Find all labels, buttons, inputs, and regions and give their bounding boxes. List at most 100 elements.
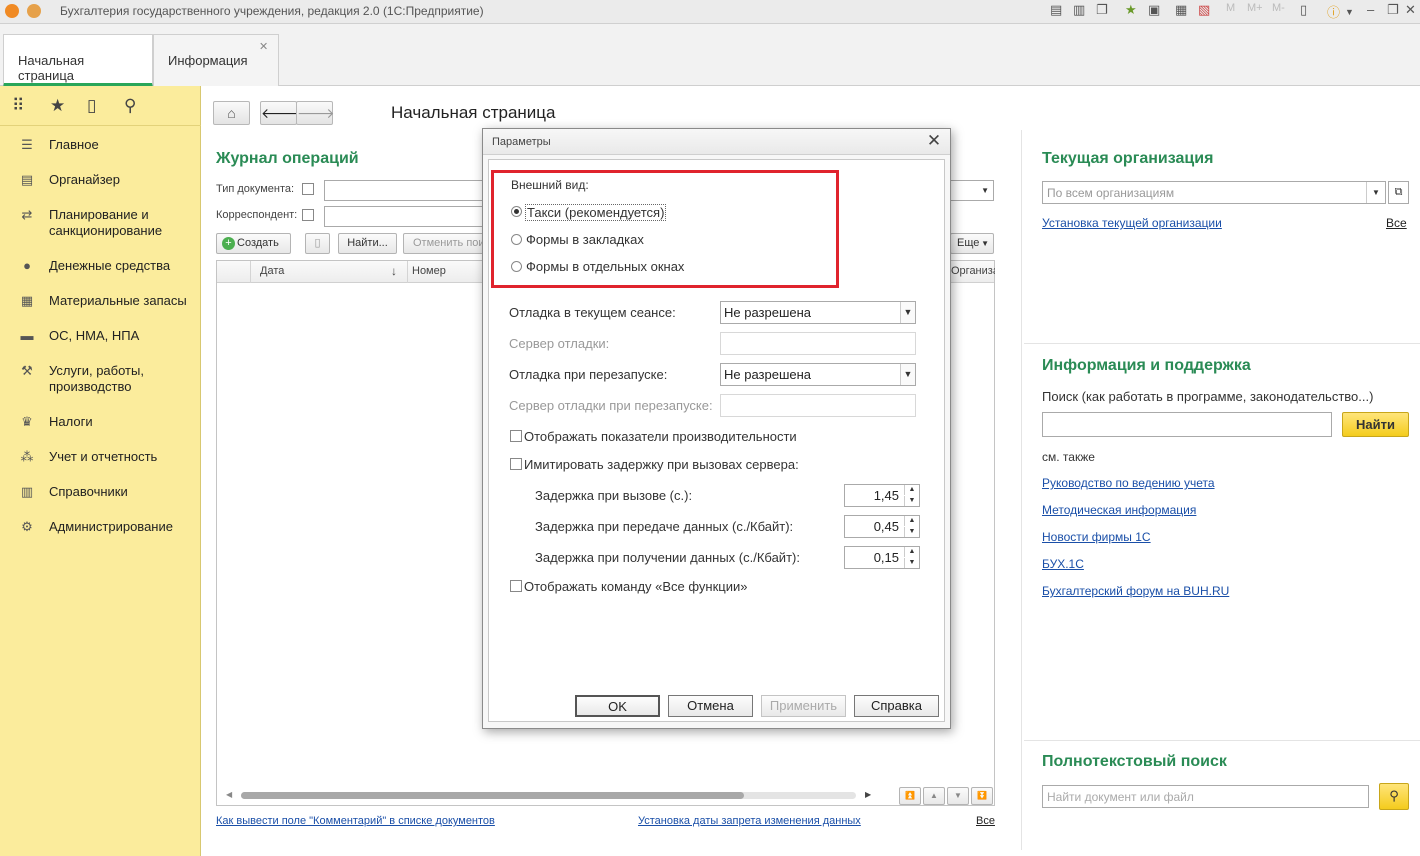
link-comment-field[interactable]: Как вывести поле "Комментарий" в списке … bbox=[216, 815, 495, 827]
all-functions-label[interactable]: Отображать команду «Все функции» bbox=[524, 579, 748, 594]
favorites-icon[interactable]: ★ bbox=[1125, 2, 1137, 18]
more-button[interactable]: Еще ▼ bbox=[950, 233, 994, 254]
horizontal-scrollbar-thumb[interactable] bbox=[241, 792, 744, 799]
move-top-button[interactable]: ⏫ bbox=[899, 787, 921, 805]
doc-type-checkbox[interactable] bbox=[302, 183, 314, 195]
delay-checkbox[interactable] bbox=[510, 458, 522, 470]
link-setup-org[interactable]: Установка текущей организации bbox=[1042, 216, 1222, 230]
column-organization[interactable]: Организа bbox=[951, 265, 995, 277]
fulltext-search-button[interactable]: ⚲ bbox=[1379, 783, 1409, 810]
dropdown-icon[interactable]: ▼ bbox=[1345, 7, 1354, 17]
copy-icon[interactable]: ❐ bbox=[1096, 2, 1108, 18]
debug-restart-server-field[interactable] bbox=[720, 394, 916, 417]
chevron-down-icon[interactable]: ▼ bbox=[900, 302, 915, 323]
sidebar-item-taxes[interactable]: ♛ Налоги bbox=[14, 414, 199, 434]
dialog-close-icon[interactable]: ✕ bbox=[924, 131, 944, 151]
column-date[interactable]: Дата bbox=[260, 265, 284, 277]
chevron-down-icon[interactable]: ▼ bbox=[900, 364, 915, 385]
horizontal-scrollbar-track[interactable] bbox=[241, 792, 856, 799]
copy-doc-button[interactable]: ▯ bbox=[305, 233, 330, 254]
link-methodology[interactable]: Методическая информация bbox=[1042, 503, 1196, 517]
move-bottom-button[interactable]: ⏬ bbox=[971, 787, 993, 805]
tab-home[interactable]: Начальная страница bbox=[3, 34, 153, 87]
home-button[interactable]: ⌂ bbox=[213, 101, 250, 125]
sidebar-item-main[interactable]: ☰ Главное bbox=[14, 137, 199, 157]
delay-call-stepper[interactable]: 1,45 ▲ ▼ bbox=[844, 484, 920, 507]
correspondent-checkbox[interactable] bbox=[302, 209, 314, 221]
panels-icon[interactable]: ▯ bbox=[1300, 2, 1307, 18]
sidebar-item-materials[interactable]: ▦ Материальные запасы bbox=[14, 293, 199, 313]
info-icon[interactable]: ⓘ bbox=[1327, 2, 1340, 21]
fulltext-search-input[interactable]: Найти документ или файл bbox=[1042, 785, 1369, 808]
minimize-icon[interactable]: – bbox=[1367, 2, 1374, 17]
debug-server-field[interactable] bbox=[720, 332, 916, 355]
move-up-button[interactable]: ▲ bbox=[923, 787, 945, 805]
favorites-star-icon[interactable]: ★ bbox=[50, 96, 65, 116]
debug-session-select[interactable]: Не разрешена ▼ bbox=[720, 301, 916, 324]
forward-button[interactable]: 🡒 bbox=[296, 101, 335, 125]
apply-button[interactable]: Применить bbox=[761, 695, 846, 717]
spin-down-icon[interactable]: ▼ bbox=[904, 558, 919, 568]
sidebar-item-organizer[interactable]: ▤ Органайзер bbox=[14, 172, 199, 192]
delay-label[interactable]: Имитировать задержку при вызовах сервера… bbox=[524, 457, 799, 472]
cancel-button[interactable]: Отмена bbox=[668, 695, 753, 717]
tab-close-icon[interactable]: ✕ bbox=[259, 40, 268, 53]
link-news[interactable]: Новости фирмы 1С bbox=[1042, 530, 1151, 544]
current-org-field[interactable]: По всем организациям ▼ bbox=[1042, 181, 1386, 204]
sidebar-item-cash[interactable]: ● Денежные средства bbox=[14, 258, 199, 278]
spin-up-icon[interactable]: ▲ bbox=[904, 547, 919, 557]
close-window-icon[interactable]: ✕ bbox=[1405, 2, 1416, 18]
link-guide[interactable]: Руководство по ведению учета bbox=[1042, 476, 1215, 490]
link-lock-date[interactable]: Установка даты запрета изменения данных bbox=[638, 815, 861, 827]
move-down-button[interactable]: ▼ bbox=[947, 787, 969, 805]
save-icon[interactable]: ▤ bbox=[1050, 2, 1062, 18]
cancel-search-button[interactable]: Отменить пои bbox=[403, 233, 484, 254]
open-org-button[interactable]: ⧉ bbox=[1388, 181, 1409, 204]
doc-type-field[interactable] bbox=[324, 180, 484, 201]
sidebar-item-fixed-assets[interactable]: ▬ ОС, НМА, НПА bbox=[14, 328, 199, 348]
sidebar-item-planning[interactable]: ⇄ Планирование и санкционирование bbox=[14, 207, 199, 241]
delay-send-stepper[interactable]: 0,45 ▲ ▼ bbox=[844, 515, 920, 538]
ok-button[interactable]: OK bbox=[575, 695, 660, 717]
section-divider bbox=[1024, 343, 1420, 344]
maximize-icon[interactable]: ❐ bbox=[1387, 2, 1399, 18]
spin-down-icon[interactable]: ▼ bbox=[904, 527, 919, 537]
create-button[interactable]: + Создать bbox=[216, 233, 291, 254]
find-button[interactable]: Найти... bbox=[338, 233, 397, 254]
link-buh1c[interactable]: БУХ.1С bbox=[1042, 557, 1084, 571]
sidebar-item-references[interactable]: ▥ Справочники bbox=[14, 484, 199, 504]
main-menu-icon[interactable] bbox=[27, 4, 41, 18]
print-icon[interactable]: ▥ bbox=[1073, 2, 1085, 18]
back-button[interactable]: 🡐 bbox=[260, 101, 299, 125]
correspondent-field[interactable] bbox=[324, 206, 484, 227]
spin-up-icon[interactable]: ▲ bbox=[904, 516, 919, 526]
perf-label[interactable]: Отображать показатели производительности bbox=[524, 429, 797, 444]
sidebar-item-services[interactable]: ⚒ Услуги, работы, производство bbox=[14, 363, 199, 397]
history-list-icon[interactable]: ▯ bbox=[87, 96, 96, 116]
scroll-right-icon[interactable]: ▶ bbox=[865, 790, 871, 799]
help-button[interactable]: Справка bbox=[854, 695, 939, 717]
open-icon: ⧉ bbox=[1394, 186, 1403, 198]
chevron-down-icon[interactable]: ▼ bbox=[1366, 182, 1385, 203]
delay-recv-stepper[interactable]: 0,15 ▲ ▼ bbox=[844, 546, 920, 569]
link-org-all[interactable]: Все bbox=[1386, 216, 1407, 230]
all-functions-icon[interactable]: ⠿ bbox=[12, 96, 24, 116]
sidebar-item-administration[interactable]: ⚙ Администрирование bbox=[14, 519, 199, 539]
perf-checkbox[interactable] bbox=[510, 430, 522, 442]
support-search-input[interactable] bbox=[1042, 412, 1332, 437]
link-forum[interactable]: Бухгалтерский форум на BUH.RU bbox=[1042, 584, 1229, 598]
doc-type-field-end[interactable]: ▼ bbox=[950, 180, 994, 201]
calendar-icon[interactable]: ▧ bbox=[1198, 2, 1210, 18]
spin-up-icon[interactable]: ▲ bbox=[904, 485, 919, 495]
all-functions-checkbox[interactable] bbox=[510, 580, 522, 592]
scroll-left-icon[interactable]: ◀ bbox=[226, 790, 232, 799]
calculator-icon[interactable]: ▦ bbox=[1175, 2, 1187, 18]
spin-down-icon[interactable]: ▼ bbox=[904, 496, 919, 506]
column-number[interactable]: Номер bbox=[412, 265, 446, 277]
debug-restart-select[interactable]: Не разрешена ▼ bbox=[720, 363, 916, 386]
history-icon[interactable]: ▣ bbox=[1148, 2, 1160, 18]
search-icon[interactable]: ⚲ bbox=[124, 96, 136, 116]
support-find-button[interactable]: Найти bbox=[1342, 412, 1409, 437]
link-journal-all[interactable]: Все bbox=[976, 815, 995, 827]
sidebar-item-accounting[interactable]: ⁂ Учет и отчетность bbox=[14, 449, 199, 469]
